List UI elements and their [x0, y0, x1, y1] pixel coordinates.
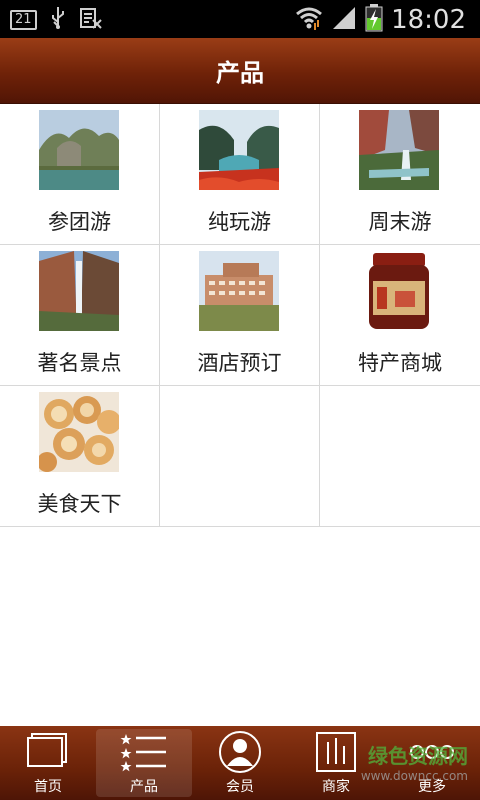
- grid-item-specialty-mall[interactable]: 特产商城: [320, 245, 480, 386]
- wifi-icon: [295, 5, 323, 35]
- grid-empty-cell: [320, 386, 480, 527]
- tab-member[interactable]: 会员: [192, 726, 288, 800]
- tab-more[interactable]: 更多: [384, 726, 480, 800]
- grid-item-group-tour[interactable]: 参团游: [0, 104, 160, 245]
- hotel-building-photo: [199, 251, 279, 331]
- grid-item-label: 周末游: [368, 210, 432, 234]
- grid-item-weekend-tour[interactable]: 周末游: [320, 104, 480, 245]
- grid-item-label: 著名景点: [37, 351, 122, 375]
- mountain-river-photo: [39, 110, 119, 190]
- grid-item-label: 纯玩游: [208, 210, 271, 234]
- merchant-icon: [316, 732, 356, 772]
- page-title: 产品: [216, 59, 264, 87]
- member-icon: [219, 731, 261, 773]
- grid-item-label: 美食天下: [37, 492, 122, 516]
- grid-empty-cell: [160, 386, 320, 527]
- keyboard-icon: [79, 6, 103, 34]
- tab-merchant[interactable]: 商家: [288, 726, 384, 800]
- jar-product-photo: [359, 251, 439, 331]
- grid-item-hotel-booking[interactable]: 酒店预订: [160, 245, 320, 386]
- clock-time: 18:02: [391, 5, 466, 35]
- grid-item-label: 特产商城: [358, 351, 442, 375]
- waterfall-photo: [39, 251, 119, 331]
- tab-label: 首页: [34, 779, 62, 795]
- usb-icon: [49, 6, 67, 34]
- status-bar: 21 18:02: [0, 0, 480, 38]
- notification-count-badge: 21: [10, 10, 37, 30]
- product-grid: 参团游 纯玩游 周末游 著名景点 酒店预订 特产商城 美食天下: [0, 104, 480, 527]
- gorge-river-photo: [199, 110, 279, 190]
- signal-icon: [331, 5, 357, 35]
- title-bar: 产品: [0, 38, 480, 104]
- tab-products[interactable]: 产品: [96, 729, 192, 797]
- grid-item-pure-play-tour[interactable]: 纯玩游: [160, 104, 320, 245]
- tab-label: 更多: [418, 779, 446, 795]
- tab-label: 商家: [322, 779, 350, 795]
- grid-item-famous-spots[interactable]: 著名景点: [0, 245, 160, 386]
- tab-label: 会员: [226, 779, 254, 795]
- more-icon: [410, 745, 454, 759]
- grid-item-label: 参团游: [48, 210, 111, 234]
- grid-item-label: 酒店预订: [197, 351, 282, 375]
- tab-home[interactable]: 首页: [0, 726, 96, 800]
- home-icon: [27, 733, 67, 767]
- battery-charging-icon: [365, 4, 383, 36]
- tab-label: 产品: [130, 779, 158, 795]
- waterfall-cliff-photo: [359, 110, 439, 190]
- list-icon: [120, 734, 166, 772]
- pastry-food-photo: [39, 392, 119, 472]
- grid-item-food-world[interactable]: 美食天下: [0, 386, 160, 527]
- bottom-tab-bar: 首页 产品 会员 商家 更多: [0, 726, 480, 800]
